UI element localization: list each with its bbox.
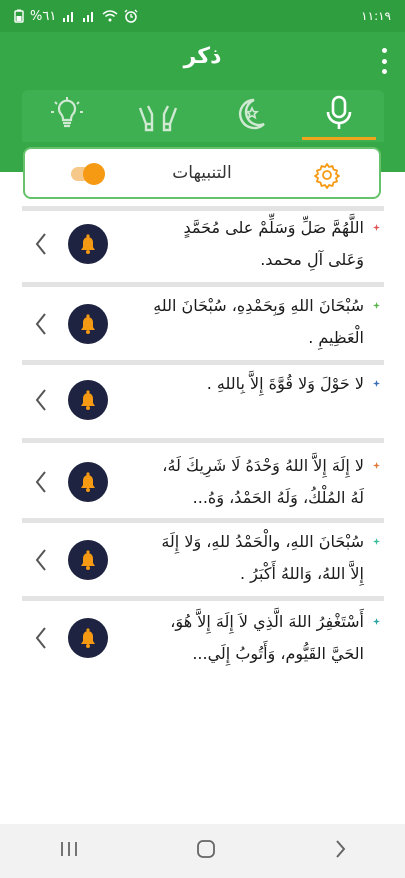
bullet-icon <box>373 224 380 231</box>
row-divider <box>22 596 384 601</box>
bullet-icon <box>373 302 380 309</box>
active-tab-indicator <box>301 137 376 140</box>
bell-icon <box>81 472 95 492</box>
battery-icon <box>14 9 24 23</box>
notifications-card: التنبيهات <box>23 147 381 199</box>
battery-level: %٦١ <box>30 8 57 24</box>
dhikr-text: أَسْتَغْفِرُ اللهَ الَّذِي لاَ إِلَهَ إِ… <box>170 612 364 663</box>
bell-icon <box>81 390 95 410</box>
chevron-left-icon[interactable] <box>34 312 48 336</box>
bell-button[interactable] <box>68 304 108 344</box>
page-title: ذكر <box>183 44 222 69</box>
lightbulb-icon <box>47 94 87 138</box>
system-nav-bar <box>0 824 405 878</box>
praying-hands-icon <box>136 94 180 138</box>
dhikr-text: اللَّهُمَّ صَلِّ وَسَلِّمْ على مُحَمَّدٍ… <box>183 218 365 269</box>
bell-icon <box>81 550 95 570</box>
list-item[interactable]: لا حَوْلَ وَلا قُوَّةَ إِلاَّ بِاللهِ . <box>22 360 384 438</box>
list-item[interactable]: لا إِلَهَ إِلاَّ اللهُ وَحْدَهُ لَا شَرِ… <box>22 438 384 520</box>
bell-button[interactable] <box>68 618 108 658</box>
tab-islamic[interactable] <box>203 90 294 142</box>
tab-duas[interactable] <box>113 90 204 142</box>
chevron-left-icon[interactable] <box>34 388 48 412</box>
dhikr-text: سُبْحَانَ اللهِ، والْحَمْدُ للهِ، وَلا إ… <box>161 532 364 583</box>
more-menu-icon[interactable] <box>377 48 391 74</box>
list-item[interactable]: اللَّهُمَّ صَلِّ وَسَلِّمْ على مُحَمَّدٍ… <box>22 206 384 284</box>
tab-tips[interactable] <box>22 90 113 142</box>
bell-icon <box>81 628 95 648</box>
home-icon[interactable] <box>196 839 216 863</box>
chevron-left-icon[interactable] <box>34 548 48 572</box>
app-bar: ذكر <box>0 32 405 90</box>
row-divider <box>22 206 384 211</box>
signal-icon <box>62 10 76 22</box>
bullet-icon <box>373 618 380 625</box>
status-icons: %٦١ <box>14 9 138 24</box>
row-divider <box>22 360 384 365</box>
microphone-icon <box>324 94 354 138</box>
status-time: ١١:١٩ <box>361 9 391 23</box>
bell-button[interactable] <box>68 380 108 420</box>
status-bar: %٦١ ١١:١٩ <box>0 0 405 32</box>
bell-button[interactable] <box>68 540 108 580</box>
tab-bar <box>22 90 384 142</box>
list-item[interactable]: أَسْتَغْفِرُ اللهَ الَّذِي لاَ إِلَهَ إِ… <box>22 596 384 682</box>
alarm-icon <box>124 9 138 23</box>
dhikr-text: سُبْحَانَ اللهِ وَبِحَمْدِهِ، سُبْحَانَ … <box>153 296 364 347</box>
row-divider <box>22 518 384 523</box>
bell-button[interactable] <box>68 224 108 264</box>
row-divider <box>22 438 384 443</box>
chevron-left-icon[interactable] <box>34 626 48 650</box>
dhikr-text: لا إِلَهَ إِلاَّ اللهُ وَحْدَهُ لَا شَرِ… <box>162 456 364 507</box>
list-item[interactable]: سُبْحَانَ اللهِ، والْحَمْدُ للهِ، وَلا إ… <box>22 518 384 598</box>
bullet-icon <box>373 538 380 545</box>
row-divider <box>22 282 384 287</box>
recent-apps-icon[interactable] <box>59 840 79 862</box>
bell-icon <box>81 234 95 254</box>
tab-dhikr[interactable] <box>294 90 385 142</box>
bullet-icon <box>373 462 380 469</box>
chevron-left-icon[interactable] <box>34 232 48 256</box>
dhikr-text: لا حَوْلَ وَلا قُوَّةَ إِلاَّ بِاللهِ . <box>206 374 364 393</box>
bell-icon <box>81 314 95 334</box>
list-item[interactable]: سُبْحَانَ اللهِ وَبِحَمْدِهِ، سُبْحَانَ … <box>22 282 384 362</box>
back-icon[interactable] <box>333 839 347 863</box>
crescent-star-icon <box>228 94 268 138</box>
signal-icon-2 <box>82 10 96 22</box>
bell-button[interactable] <box>68 462 108 502</box>
bullet-icon <box>373 380 380 387</box>
gear-icon[interactable] <box>313 161 341 193</box>
wifi-icon <box>102 10 118 22</box>
chevron-left-icon[interactable] <box>34 470 48 494</box>
